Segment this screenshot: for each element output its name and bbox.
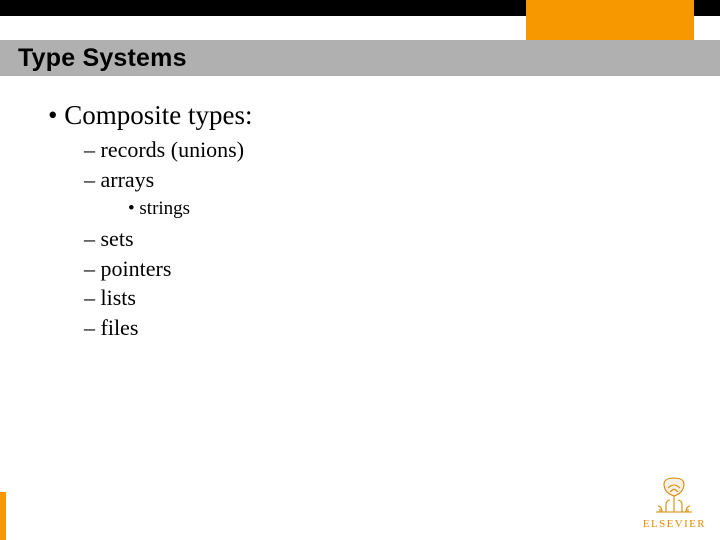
list-item: Composite types: records (unions) arrays… (48, 100, 690, 343)
left-accent-bar (0, 492, 6, 540)
slide-title: Type Systems (18, 44, 187, 73)
publisher-logo-label: ELSEVIER (643, 518, 706, 530)
bullet-lists: lists (101, 285, 136, 310)
list-item: strings (128, 196, 690, 222)
bullet-files: files (101, 315, 139, 340)
bullet-records: records (unions) (101, 137, 245, 162)
list-item: lists (84, 283, 690, 313)
bullet-list-level3: strings (84, 196, 690, 222)
list-item: files (84, 313, 690, 343)
list-item: records (unions) (84, 135, 690, 165)
bullet-list-level1: Composite types: records (unions) arrays… (48, 100, 690, 343)
bullet-list-level2: records (unions) arrays strings sets poi… (48, 135, 690, 343)
bullet-pointers: pointers (101, 256, 172, 281)
bullet-main: Composite types: (64, 100, 252, 130)
accent-orange-block (526, 0, 694, 40)
list-item: arrays strings (84, 165, 690, 222)
list-item: pointers (84, 254, 690, 284)
bullet-arrays: arrays (101, 167, 155, 192)
bullet-strings: strings (139, 198, 190, 219)
bullet-sets: sets (101, 226, 134, 251)
elsevier-tree-icon (650, 472, 698, 516)
publisher-logo: ELSEVIER (643, 472, 706, 530)
list-item: sets (84, 224, 690, 254)
title-bar: Type Systems (0, 40, 720, 76)
content-area: Composite types: records (unions) arrays… (48, 100, 690, 343)
